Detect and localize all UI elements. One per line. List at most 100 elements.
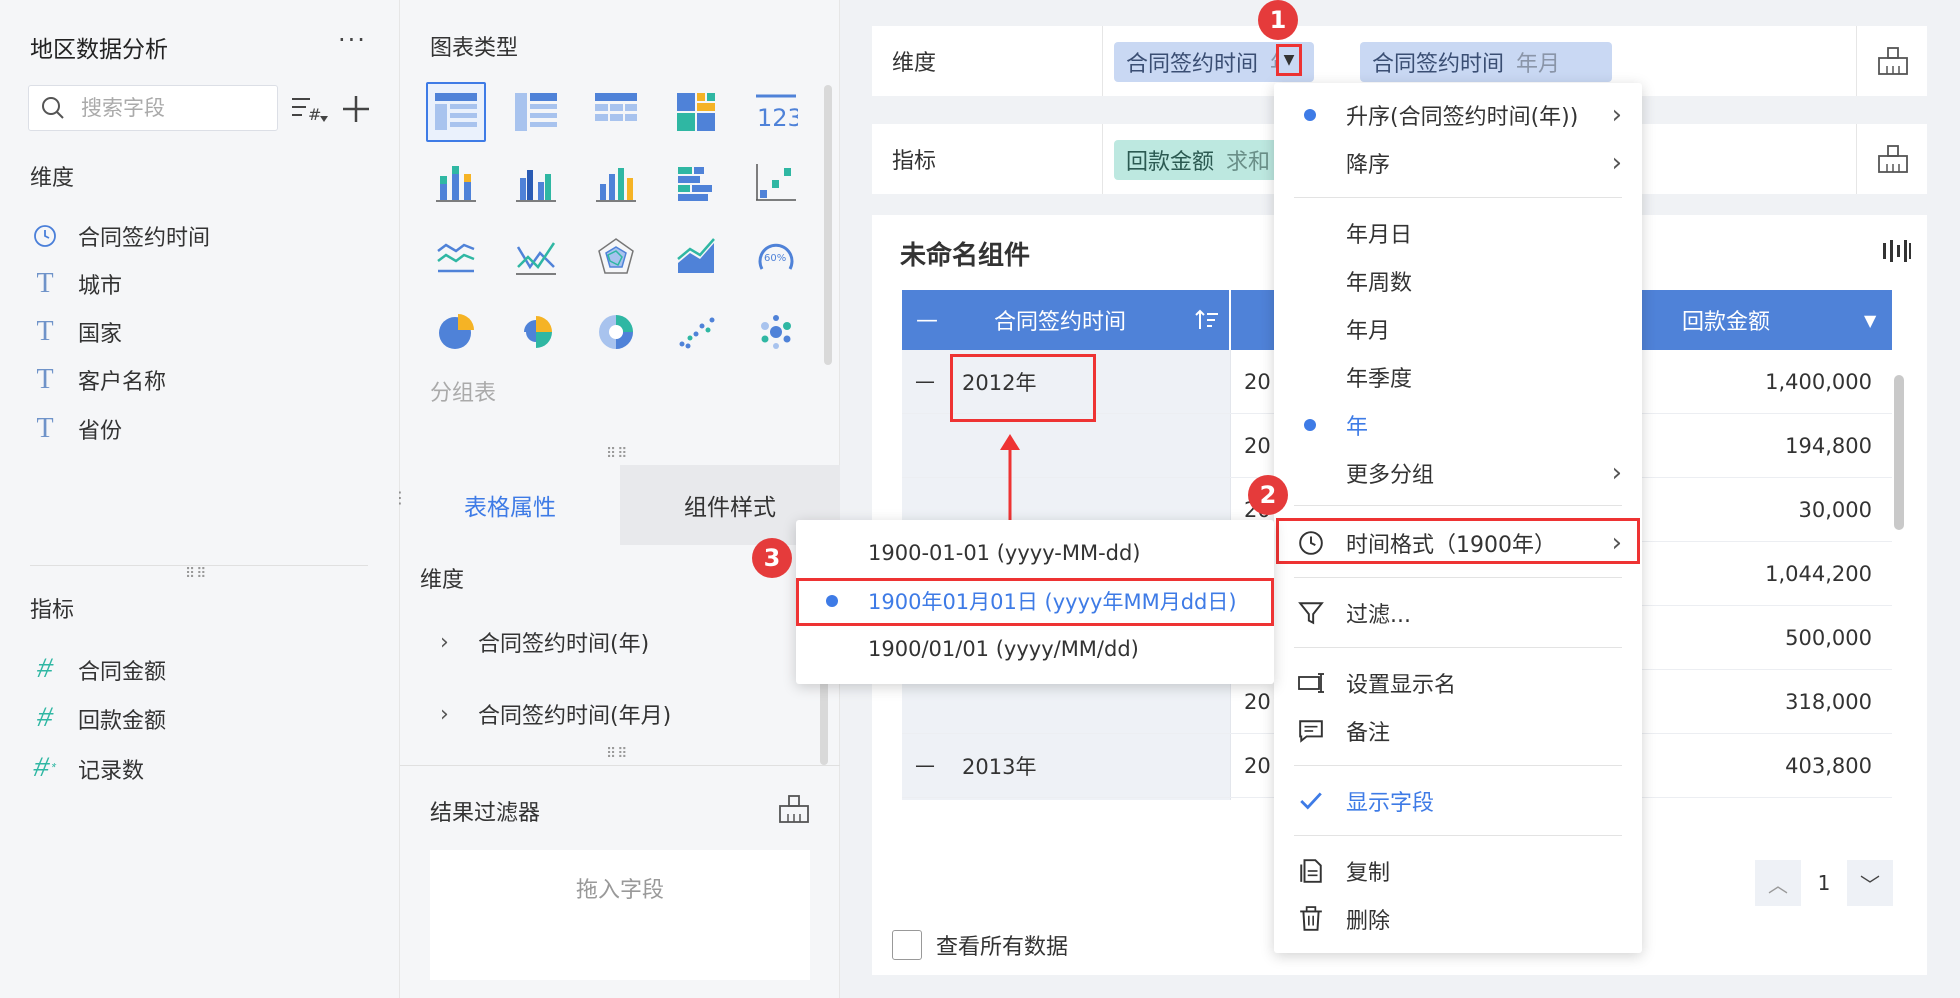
- menu-item-ascending[interactable]: 升序(合同签约时间(年)) ›: [1274, 92, 1642, 138]
- line-chart-icon[interactable]: [506, 227, 566, 287]
- resize-handle-icon[interactable]: ⠿⠿: [606, 446, 629, 462]
- menu-item-rename[interactable]: 设置显示名: [1274, 660, 1642, 706]
- field-panel: 地区数据分析 ··· # 维度 合同签约时间 T 城市 T 国家 T 客户名称 …: [0, 0, 400, 998]
- menu-label: 年季度: [1346, 367, 1413, 392]
- field-label: 省份: [78, 419, 123, 444]
- header-payment-amount[interactable]: 回款金额: [1682, 290, 1770, 350]
- radar-chart-icon[interactable]: [586, 227, 646, 287]
- field-item-customer[interactable]: T 客户名称: [30, 360, 166, 400]
- horizontal-bar-icon[interactable]: [666, 154, 726, 214]
- menu-item-copy[interactable]: 复制: [1274, 848, 1642, 894]
- field-item-city[interactable]: T 城市: [30, 264, 122, 304]
- bubble-chart-icon[interactable]: [746, 302, 806, 362]
- next-page-button[interactable]: ﹀: [1847, 860, 1893, 906]
- sort-icon[interactable]: [1194, 290, 1220, 350]
- menu-item-descending[interactable]: 降序 ›: [1274, 140, 1642, 186]
- table-scrollbar[interactable]: [1894, 355, 1904, 805]
- format-option-dash[interactable]: 1900-01-01 (yyyy-MM-dd): [796, 530, 1274, 576]
- dimension-pill-yearmonth[interactable]: 合同签约时间 年月: [1360, 42, 1612, 82]
- menu-item-year-month[interactable]: 年月: [1274, 306, 1642, 352]
- panel-splitter-icon[interactable]: ⋮: [392, 488, 408, 507]
- bar-chart-icon[interactable]: [586, 154, 646, 214]
- field-item-contract-time[interactable]: 合同签约时间: [30, 216, 210, 256]
- menu-item-show-field[interactable]: 显示字段: [1274, 778, 1642, 824]
- chart-type-scrollbar[interactable]: [824, 85, 832, 365]
- menu-label: 复制: [1346, 861, 1391, 886]
- detail-table-icon[interactable]: [586, 82, 646, 142]
- scrollbar-thumb[interactable]: [1894, 375, 1904, 530]
- field-item-contract-amount[interactable]: # 合同金额: [30, 650, 166, 690]
- cross-table-icon[interactable]: [506, 82, 566, 142]
- rose-chart-icon[interactable]: [506, 302, 566, 362]
- menu-item-filter[interactable]: 过滤...: [1274, 590, 1642, 636]
- widget-menu-icon[interactable]: [1882, 239, 1912, 263]
- waterfall-icon[interactable]: [746, 154, 806, 214]
- chevron-right-icon: ›: [1611, 458, 1622, 488]
- collapse-row-icon[interactable]: —: [914, 369, 936, 393]
- menu-item-ymd[interactable]: 年月日: [1274, 210, 1642, 256]
- property-dimension-label: 维度: [420, 568, 465, 593]
- search-input[interactable]: [81, 92, 271, 124]
- metric-pill-payment[interactable]: 回款金额 求和: [1114, 140, 1284, 180]
- clear-dimension-icon[interactable]: [1877, 46, 1909, 76]
- add-field-icon[interactable]: [337, 90, 375, 128]
- selected-dot-icon: [1304, 109, 1316, 121]
- resize-handle-icon[interactable]: ⠿⠿: [185, 566, 208, 582]
- collapse-all-icon[interactable]: —: [916, 290, 938, 350]
- filter-drop-zone[interactable]: 拖入字段: [430, 850, 810, 980]
- menu-item-year-quarter[interactable]: 年季度: [1274, 354, 1642, 400]
- menu-label: 降序: [1346, 153, 1391, 178]
- search-field[interactable]: [28, 85, 278, 131]
- scatter-chart-icon[interactable]: [666, 302, 726, 362]
- menu-item-year-week[interactable]: 年周数: [1274, 258, 1642, 304]
- row-separator: [1102, 124, 1103, 194]
- more-icon[interactable]: ···: [338, 26, 367, 54]
- step-badge-1: 1: [1258, 0, 1298, 40]
- stacked-bar-icon[interactable]: [426, 154, 486, 214]
- field-label: 城市: [78, 274, 123, 299]
- stacked-area-icon[interactable]: [666, 227, 726, 287]
- kpi-number-icon[interactable]: 123: [746, 82, 806, 142]
- prev-page-button[interactable]: ︿: [1755, 860, 1801, 906]
- menu-label: 年: [1346, 415, 1369, 440]
- pie-chart-icon[interactable]: [426, 302, 486, 362]
- header-contract-time[interactable]: 合同签约时间: [994, 290, 1126, 350]
- view-all-data-toggle[interactable]: 查看所有数据: [892, 927, 1068, 963]
- format-option-slash[interactable]: 1900/01/01 (yyyy/MM/dd): [796, 626, 1274, 672]
- property-dim-year[interactable]: › 合同签约时间(年): [440, 622, 649, 662]
- grouped-bar-icon[interactable]: [506, 154, 566, 214]
- area-chart-icon[interactable]: [426, 227, 486, 287]
- view-all-checkbox[interactable]: [892, 930, 922, 960]
- menu-item-year[interactable]: 年: [1274, 402, 1642, 448]
- field-item-payment-amount[interactable]: # 回款金额: [30, 699, 166, 739]
- menu-item-more-groups[interactable]: 更多分组 ›: [1274, 450, 1642, 496]
- svg-text:#: #: [308, 105, 321, 124]
- pill-label: 回款金额: [1126, 150, 1215, 175]
- menu-item-delete[interactable]: 删除: [1274, 896, 1642, 942]
- dimension-dropdown-trigger[interactable]: ▼: [1276, 44, 1302, 76]
- header-dropdown-icon[interactable]: ▼: [1864, 290, 1876, 350]
- field-sort-icon[interactable]: #: [290, 90, 328, 128]
- number-type-icon: #: [36, 703, 54, 735]
- pill-sub: 求和: [1226, 150, 1271, 175]
- field-label: 客户名称: [78, 370, 167, 395]
- row-separator: [1102, 26, 1103, 96]
- color-table-icon[interactable]: [666, 82, 726, 142]
- property-dim-yearmonth[interactable]: › 合同签约时间(年月): [440, 694, 671, 734]
- clear-filter-icon[interactable]: [778, 794, 810, 824]
- clear-metric-icon[interactable]: [1877, 144, 1909, 174]
- group-table-icon[interactable]: [426, 82, 486, 142]
- field-item-record-count[interactable]: # * 记录数: [30, 749, 144, 789]
- field-item-province[interactable]: T 省份: [30, 409, 122, 449]
- menu-item-comment[interactable]: 备注: [1274, 708, 1642, 754]
- donut-chart-icon[interactable]: [586, 302, 646, 362]
- tab-table-properties[interactable]: 表格属性: [400, 465, 620, 545]
- field-label: 合同签约时间: [78, 226, 211, 251]
- search-icon: [42, 97, 64, 119]
- resize-handle-icon[interactable]: ⠿⠿: [606, 746, 629, 762]
- gauge-icon[interactable]: 60%: [746, 227, 806, 287]
- collapse-row-icon[interactable]: —: [914, 753, 936, 777]
- chevron-right-icon: ›: [440, 629, 449, 655]
- highlight-format-option: [796, 578, 1274, 626]
- field-item-country[interactable]: T 国家: [30, 312, 122, 352]
